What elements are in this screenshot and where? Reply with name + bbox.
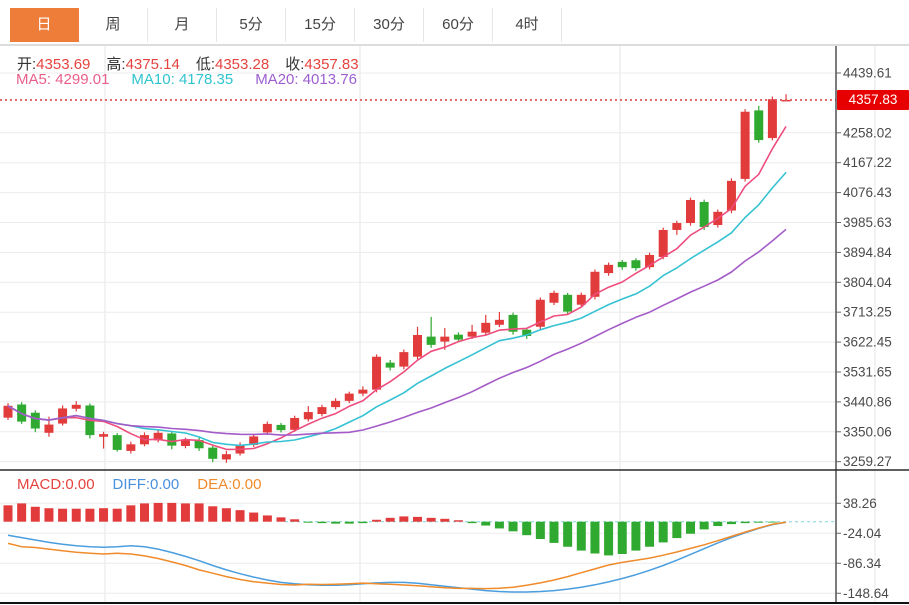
tab-日[interactable]: 日	[10, 8, 79, 42]
tab-15分[interactable]: 15分	[286, 8, 355, 42]
tabbar-bottom-border	[0, 44, 909, 45]
axis-tick-label: 3713.25	[843, 305, 892, 320]
timeframe-tabbar: 日周月5分15分30分60分4时	[10, 8, 562, 42]
axis-tick-label: 3259.27	[843, 454, 892, 469]
tab-4时[interactable]: 4时	[493, 8, 562, 42]
axis-tick-label: 4076.43	[843, 185, 892, 200]
dea-value: DEA:0.00	[197, 476, 261, 493]
axis-tick-label: 3985.63	[843, 215, 892, 230]
tab-30分[interactable]: 30分	[355, 8, 424, 42]
axis-tick-label: 4439.61	[843, 66, 892, 81]
ma20-value: MA20: 4013.76	[255, 71, 357, 88]
kline-chart-app: 日周月5分15分30分60分4时 4439.61 4258.02 4167.22 40…	[0, 0, 909, 605]
ma5-value: MA5: 4299.01	[16, 71, 109, 88]
candlestick-macd-chart: 4439.61 4258.02 4167.22 4076.43 3985.63 3894.…	[0, 0, 909, 605]
macd-legend: MACD:0.00 DIFF:0.00 DEA:0.00	[17, 476, 279, 493]
axis-tick-label: -148.64	[843, 586, 889, 601]
axis-tick-label: 4258.02	[843, 125, 892, 140]
tab-5分[interactable]: 5分	[217, 8, 286, 42]
ma10-value: MA10: 4178.35	[131, 71, 233, 88]
current-price-badge: 4357.83	[837, 90, 909, 110]
diff-value: DIFF:0.00	[113, 476, 180, 493]
tab-60分[interactable]: 60分	[424, 8, 493, 42]
axis-tick-label: 3622.45	[843, 335, 892, 350]
tab-月[interactable]: 月	[148, 8, 217, 42]
axis-tick-label: 3531.65	[843, 364, 892, 379]
axis-tick-label: 3350.06	[843, 424, 892, 439]
macd-value: MACD:0.00	[17, 476, 95, 493]
axis-tick-label: -86.34	[843, 556, 882, 571]
ma-legend: MA5: 4299.01 MA10: 4178.35 MA20: 4013.76	[16, 71, 379, 88]
tab-周[interactable]: 周	[79, 8, 148, 42]
axis-tick-label: 38.26	[843, 496, 877, 511]
axis-tick-label: 3894.84	[843, 245, 892, 260]
axis-tick-label: 3804.04	[843, 275, 892, 290]
axis-tick-label: -24.04	[843, 526, 882, 541]
axis-tick-label: 4167.22	[843, 155, 892, 170]
axis-tick-label: 3440.86	[843, 394, 892, 409]
